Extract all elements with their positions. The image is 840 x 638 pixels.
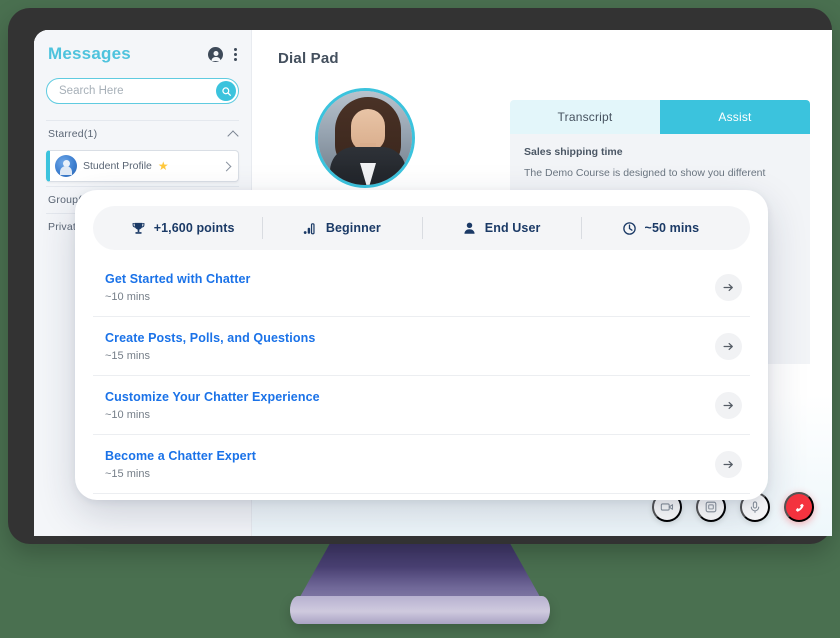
arrow-right-icon: [723, 342, 733, 350]
module-title[interactable]: Get Started with Chatter: [105, 272, 250, 286]
list-item-label: Student Profile: [83, 160, 152, 172]
stat-audience: End User: [421, 217, 581, 239]
module-texts: Become a Chatter Expert ~15 mins: [105, 449, 256, 480]
end-call-icon: [795, 503, 804, 512]
user-icon: [462, 221, 477, 236]
list-item[interactable]: Become a Chatter Expert ~15 mins: [93, 435, 750, 494]
kebab-menu-icon[interactable]: [233, 47, 237, 61]
sidebar-header: Messages: [46, 44, 239, 64]
person-icon[interactable]: [208, 46, 223, 62]
module-texts: Create Posts, Polls, and Questions ~15 m…: [105, 331, 315, 362]
avatar: [55, 155, 77, 177]
trophy-icon: [131, 221, 146, 236]
module-texts: Get Started with Chatter ~10 mins: [105, 272, 250, 303]
sidebar-section-starred[interactable]: Starred(1): [46, 120, 239, 147]
screenshot-stage: Messages Search Here Starred(1) Student …: [0, 0, 840, 638]
stat-label: Beginner: [325, 221, 381, 235]
stat-duration: ~50 mins: [580, 217, 740, 239]
keypad-icon: [705, 501, 717, 513]
main-title: Dial Pad: [278, 50, 339, 67]
arrow-right-icon: [723, 401, 733, 409]
module-stat-bar: +1,600 points Beginner End User ~50 mins: [93, 206, 750, 250]
stat-label: +1,600 points: [153, 221, 235, 235]
monitor-stand-base: [290, 596, 550, 624]
list-item[interactable]: Create Posts, Polls, and Questions ~15 m…: [93, 317, 750, 376]
module-list: Get Started with Chatter ~10 mins Create…: [93, 258, 750, 494]
end-call-button[interactable]: [784, 492, 814, 522]
tab-assist[interactable]: Assist: [660, 100, 810, 134]
module-go-button[interactable]: [715, 450, 742, 478]
stat-points: +1,600 points: [103, 218, 262, 238]
tab-transcript[interactable]: Transcript: [510, 100, 660, 134]
transcript-heading: Sales shipping time: [524, 146, 623, 158]
module-go-button[interactable]: [715, 332, 742, 360]
video-icon: [660, 503, 674, 511]
search-input[interactable]: [46, 78, 239, 104]
module-overlay-card: +1,600 points Beginner End User ~50 mins…: [75, 190, 768, 500]
module-go-button[interactable]: [715, 273, 742, 301]
star-icon: ★: [157, 159, 169, 173]
chevron-right-icon[interactable]: [221, 161, 232, 171]
stat-label: ~50 mins: [644, 221, 700, 235]
sidebar-section-label: Starred(1): [48, 128, 98, 140]
module-title[interactable]: Customize Your Chatter Experience: [105, 390, 320, 404]
search-icon: [221, 86, 231, 96]
list-item[interactable]: Customize Your Chatter Experience ~10 mi…: [93, 376, 750, 435]
module-duration: ~10 mins: [105, 290, 150, 303]
stat-label: End User: [484, 221, 541, 235]
module-duration: ~10 mins: [105, 408, 150, 421]
page-title: Messages: [48, 44, 131, 63]
module-go-button[interactable]: [715, 391, 742, 419]
list-item-student-profile[interactable]: Student Profile ★: [46, 150, 239, 182]
monitor-stand-neck: [296, 542, 544, 604]
stat-level: Beginner: [262, 217, 421, 239]
arrow-right-icon: [723, 283, 733, 291]
module-duration: ~15 mins: [105, 349, 150, 362]
chevron-up-icon: [227, 129, 239, 142]
search-container: [46, 78, 239, 104]
clock-icon: [622, 221, 637, 236]
transcript-body-text: The Demo Course is designed to show you …: [524, 167, 766, 179]
search-button[interactable]: [216, 81, 236, 101]
microphone-icon: [750, 501, 760, 513]
caller-avatar: [315, 88, 415, 188]
module-title[interactable]: Create Posts, Polls, and Questions: [105, 331, 315, 345]
sidebar-header-actions: [208, 46, 237, 62]
module-title[interactable]: Become a Chatter Expert: [105, 449, 256, 463]
arrow-right-icon: [723, 460, 733, 468]
transcript-tabs: Transcript Assist: [510, 100, 810, 134]
module-texts: Customize Your Chatter Experience ~10 mi…: [105, 390, 320, 421]
signal-bars-icon: [303, 221, 318, 236]
list-item[interactable]: Get Started with Chatter ~10 mins: [93, 258, 750, 317]
module-duration: ~15 mins: [105, 467, 150, 480]
